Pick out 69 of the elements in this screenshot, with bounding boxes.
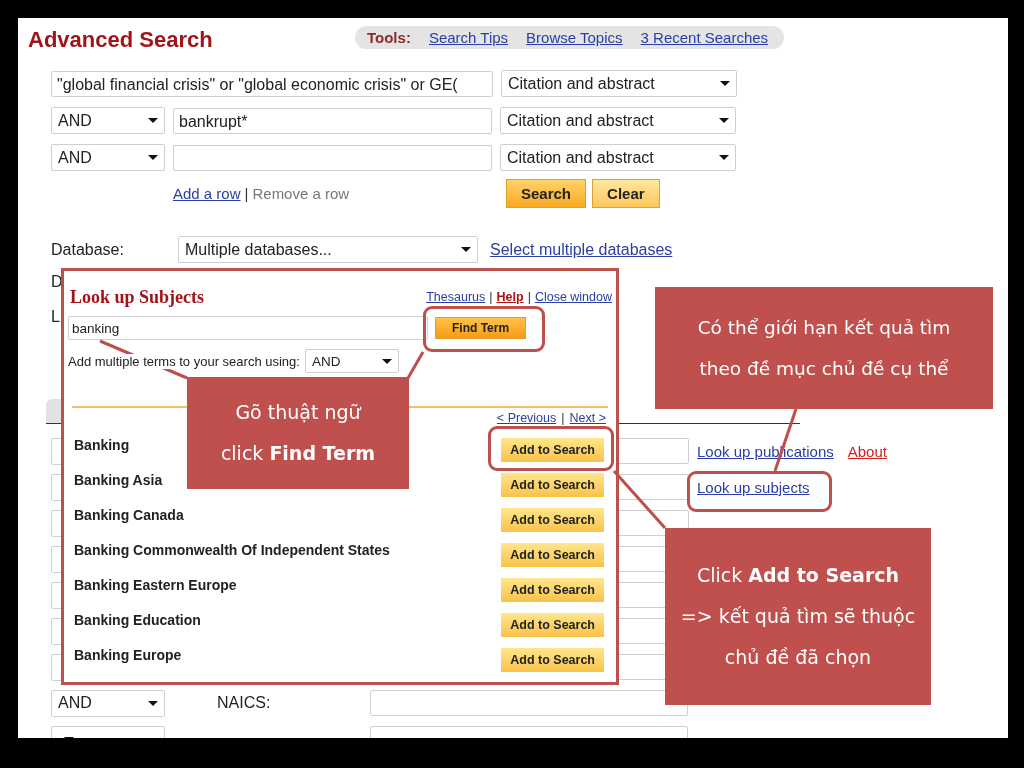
callout-text: click Find Term <box>220 441 376 466</box>
callout-text: Gõ thuật ngữ <box>235 400 361 425</box>
tools-label: Tools: <box>367 28 411 46</box>
callout-text: theo đề mục chủ đề cụ thể <box>699 357 949 381</box>
link[interactable]: Select multiple databases <box>490 240 673 259</box>
add-to-search-button[interactable]: Add to Search <box>501 578 604 602</box>
subject-term: Banking Eastern Europe <box>74 577 237 593</box>
link[interactable]: < Previous <box>496 411 557 425</box>
dropdown[interactable]: AND <box>304 349 399 373</box>
add-row-link[interactable]: Add a row <box>173 185 241 202</box>
dropdown[interactable]: Citation and abstract <box>500 107 736 134</box>
input-field[interactable]: banking <box>68 316 428 340</box>
field-label: L <box>51 308 60 325</box>
add-to-search-button[interactable]: Add to Search <box>501 508 604 532</box>
subject-term: Banking Commonwealth Of Independent States <box>74 542 390 558</box>
separator: | <box>244 185 249 202</box>
separator: | <box>489 290 493 304</box>
caret-icon <box>148 700 158 706</box>
subject-term: Banking Canada <box>74 507 184 523</box>
field-label: Database: <box>51 240 125 259</box>
link[interactable]: Search Tips <box>428 28 509 46</box>
subject-term: Banking Asia <box>74 472 163 488</box>
subject-term: Banking Education <box>74 612 201 628</box>
add-to-search-button[interactable]: Add to Search <box>501 613 604 637</box>
link[interactable]: Close window <box>534 290 612 304</box>
callout-text: chủ đề đã chọn <box>724 645 872 670</box>
link[interactable]: 3 Recent Searches <box>640 28 769 46</box>
link[interactable]: Thesaurus <box>426 290 486 304</box>
separator: | <box>527 290 531 304</box>
button[interactable]: Search <box>506 179 587 208</box>
dropdown[interactable]: AND <box>51 144 165 171</box>
button[interactable]: Clear <box>592 179 660 208</box>
link[interactable]: Help <box>496 290 524 304</box>
callout-text: Click Add to Search <box>696 563 900 588</box>
dropdown[interactable]: AND <box>51 107 165 134</box>
popup-title: Look up Subjects <box>70 287 205 308</box>
callout-text: Có thể giới hạn kết quả tìm <box>697 316 951 340</box>
caret-icon <box>381 358 392 364</box>
add-to-search-button[interactable]: Add to Search <box>501 438 604 462</box>
dropdown[interactable]: Citation and abstract <box>500 144 736 171</box>
add-to-search-button[interactable]: Add to Search <box>501 648 604 672</box>
find-term-button[interactable]: Find Term <box>435 317 527 339</box>
caret-icon <box>148 118 158 123</box>
dropdown[interactable]: AND <box>51 689 165 717</box>
link[interactable]: Browse Topics <box>526 28 623 46</box>
link[interactable]: Look up subjects <box>697 478 810 496</box>
remove-row-text: Remove a row <box>252 185 350 202</box>
subject-term: Banking <box>74 437 130 453</box>
page-title: Advanced Search <box>28 27 214 53</box>
caret-icon <box>148 155 158 160</box>
caret-icon <box>719 155 729 160</box>
subject-term: Banking Europe <box>74 647 182 663</box>
caret-icon <box>719 118 729 123</box>
add-to-search-button[interactable]: Add to Search <box>501 543 604 567</box>
input-field[interactable]: bankrupt* <box>173 107 492 134</box>
dropdown[interactable]: Multiple databases... <box>178 236 478 263</box>
link[interactable]: About <box>847 442 887 460</box>
input-field[interactable]: "global financial crisis" or "global economic crisis" or GE( <box>51 70 493 97</box>
input-field[interactable] <box>370 690 688 716</box>
caret-icon <box>461 247 471 252</box>
dropdown[interactable]: Citation and abstract <box>501 70 737 97</box>
add-to-search-button[interactable]: Add to Search <box>501 473 604 497</box>
field-label: NAICS: <box>216 694 272 712</box>
separator: | <box>561 411 565 425</box>
input-field[interactable] <box>173 144 492 171</box>
callout-text: => kết quả tìm sẽ thuộc <box>680 604 916 629</box>
field-label: Add multiple terms to your search using: <box>68 353 300 369</box>
caret-icon <box>720 81 730 86</box>
link[interactable]: Next > <box>569 411 606 425</box>
